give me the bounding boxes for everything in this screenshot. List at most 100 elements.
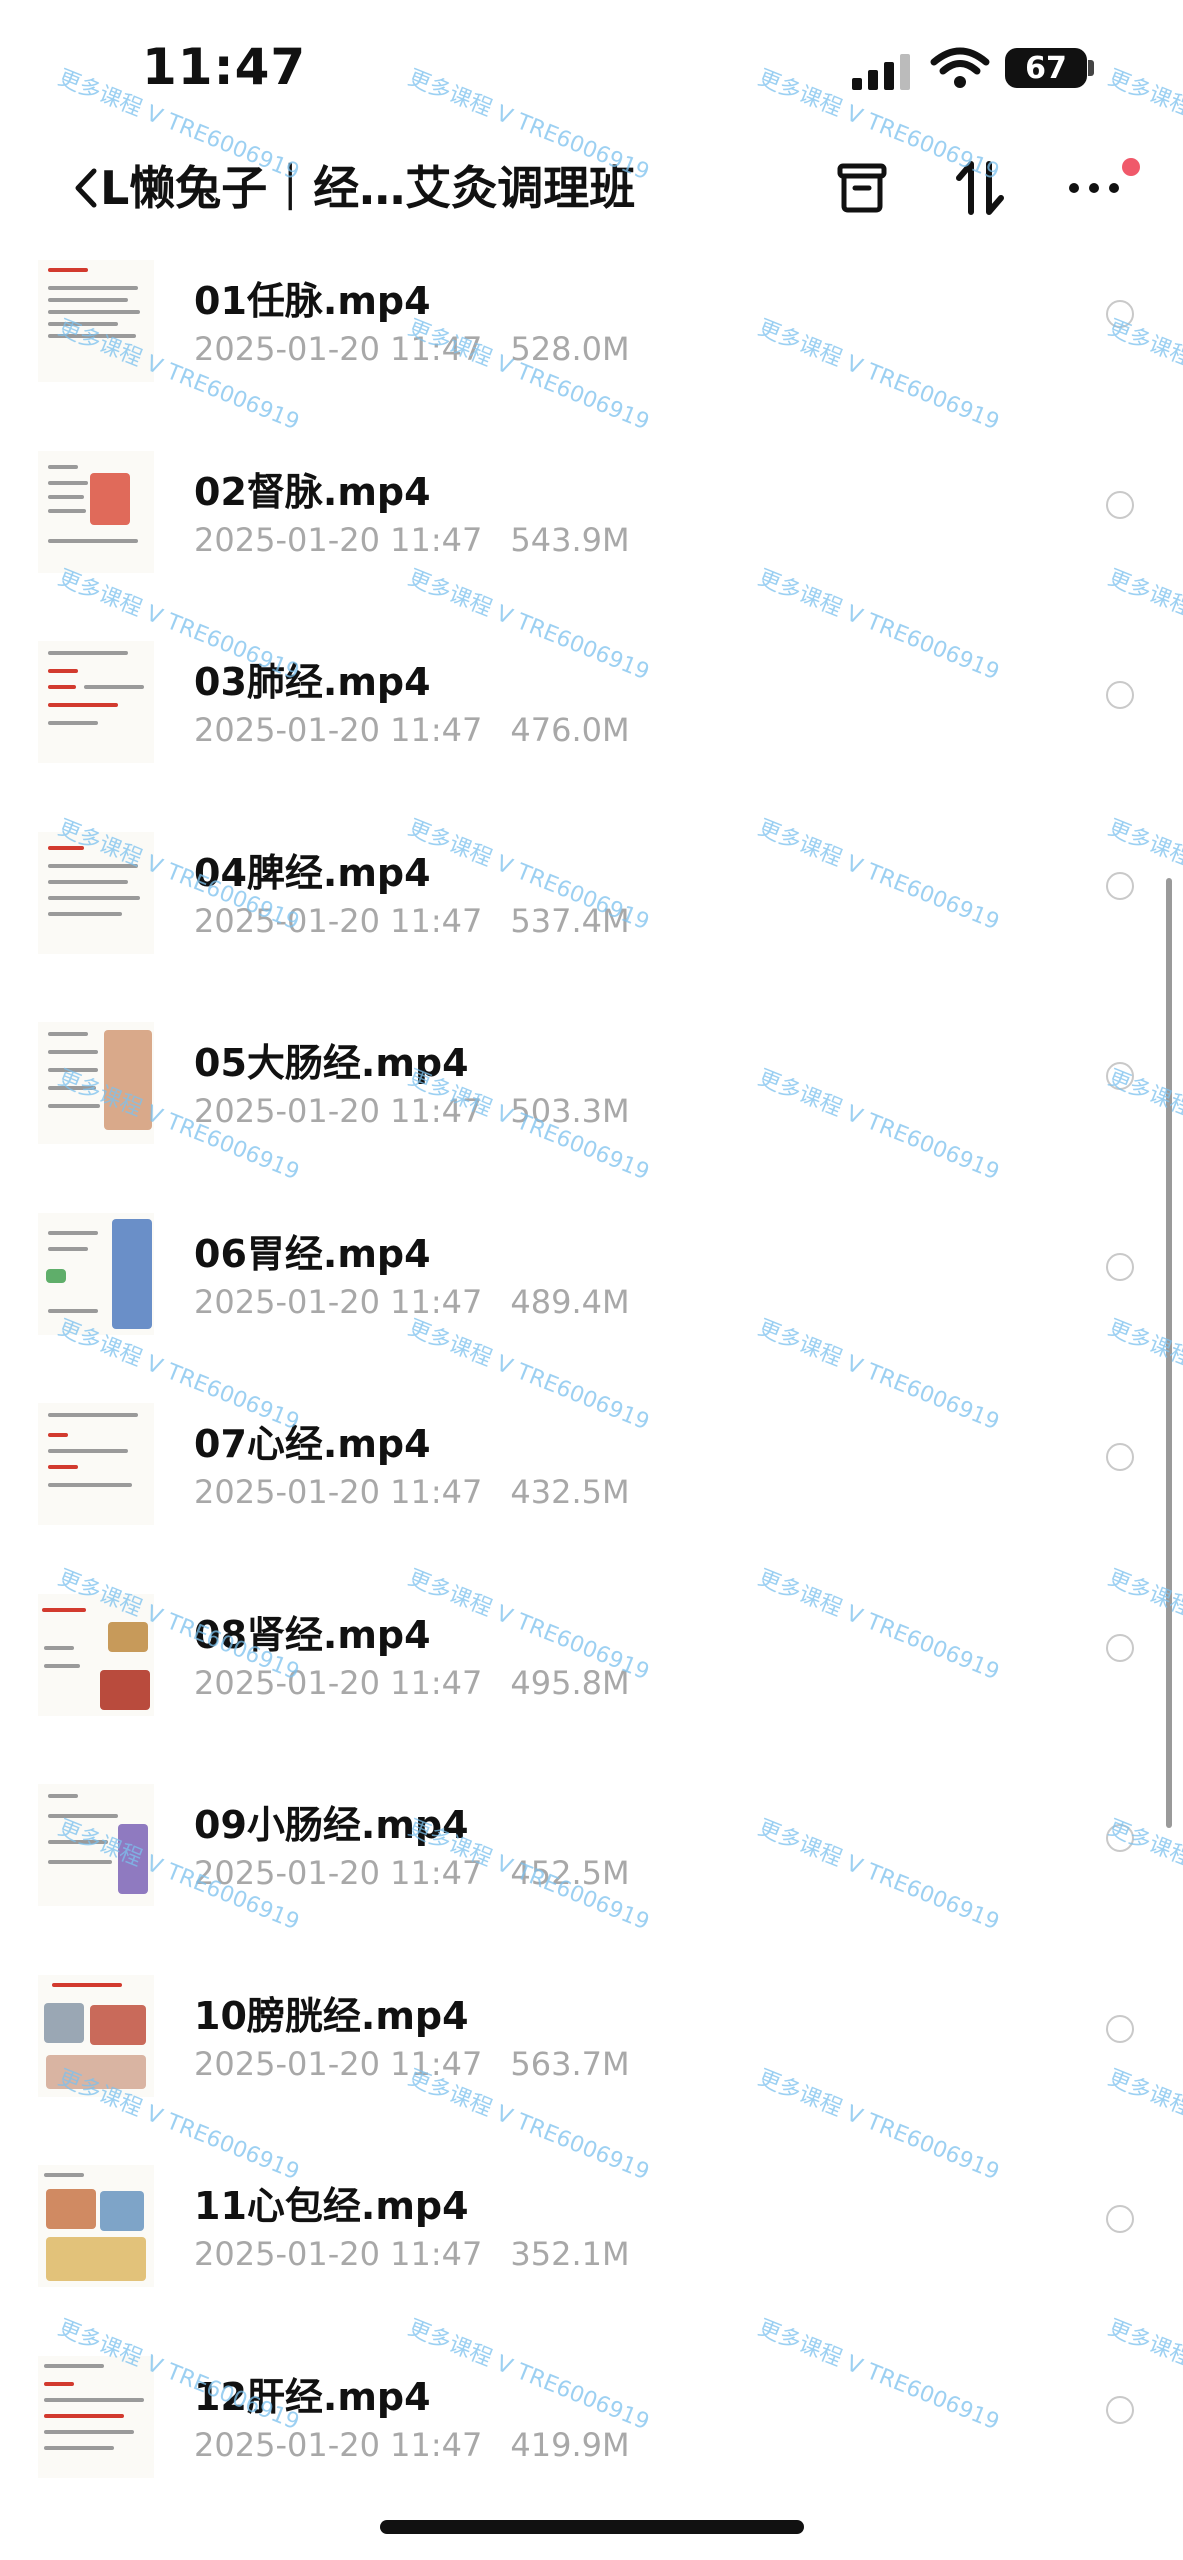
video-thumbnail[interactable]	[38, 450, 154, 573]
thumbnail-detail	[44, 2381, 74, 2386]
select-radio[interactable]	[1106, 1062, 1134, 1090]
thumbnail-detail	[48, 1860, 112, 1864]
file-size: 528.0M	[510, 330, 630, 368]
select-radio[interactable]	[1106, 2395, 1134, 2424]
select-radio[interactable]	[1106, 2014, 1134, 2043]
file-name: 05大肠经.mp4	[194, 1041, 469, 1085]
file-size: 352.1M	[510, 2235, 630, 2273]
thumbnail-detail	[48, 1104, 100, 1108]
file-size: 489.4M	[510, 1282, 630, 1321]
thumbnail-detail	[48, 1230, 98, 1235]
select-radio[interactable]	[1106, 871, 1134, 900]
sort-button[interactable]	[948, 156, 1012, 220]
file-row[interactable]: 05大肠经.mp4 2025-01-20 11:47 503.3M	[0, 1012, 1183, 1202]
file-date: 2025-01-20 11:47	[194, 1092, 483, 1130]
file-meta: 2025-01-20 11:47 563.7M	[194, 2045, 658, 2083]
file-row[interactable]: 02督脉.mp4 2025-01-20 11:47 543.9M	[0, 441, 1183, 631]
home-indicator[interactable]	[380, 2520, 804, 2534]
file-row[interactable]: 12肝经.mp4 2025-01-20 11:47 419.9M	[0, 2346, 1183, 2536]
thumbnail-detail	[44, 2002, 84, 2043]
file-date: 2025-01-20 11:47	[194, 1473, 483, 1511]
thumbnail-detail	[46, 1268, 66, 1283]
file-meta: 2025-01-20 11:47 489.4M	[194, 1283, 658, 1321]
file-name: 10膀胱经.mp4	[194, 1993, 469, 2038]
thumbnail-detail	[44, 1663, 80, 1668]
file-date: 2025-01-20 11:47	[194, 2235, 483, 2273]
thumbnail-detail	[48, 298, 128, 302]
select-radio[interactable]	[1106, 1824, 1134, 1852]
thumbnail-detail	[48, 322, 118, 326]
file-row[interactable]: 07心经.mp4 2025-01-20 11:47 432.5M	[0, 1393, 1183, 1583]
file-row[interactable]: 04脾经.mp4 2025-01-20 11:47 537.4M	[0, 822, 1183, 1012]
thumbnail-detail	[100, 1669, 150, 1710]
select-radio[interactable]	[1106, 300, 1134, 328]
file-meta: 2025-01-20 11:47 528.0M	[194, 330, 658, 368]
file-size: 537.4M	[510, 901, 630, 940]
thumbnail-detail	[48, 334, 136, 338]
file-row[interactable]: 06胃经.mp4 2025-01-20 11:47 489.4M	[0, 1203, 1183, 1393]
select-radio[interactable]	[1106, 681, 1134, 709]
file-name: 06胃经.mp4	[194, 1231, 431, 1276]
thumbnail-detail	[84, 685, 144, 689]
video-thumbnail[interactable]	[38, 831, 154, 954]
video-thumbnail[interactable]	[38, 1212, 154, 1335]
thumbnail-detail	[44, 2173, 84, 2177]
thumbnail-detail	[44, 2429, 134, 2434]
video-thumbnail[interactable]	[38, 260, 154, 382]
thumbnail-detail	[44, 1645, 74, 1650]
file-row[interactable]: 01任脉.mp4 2025-01-20 11:47 528.0M	[0, 250, 1183, 440]
more-button[interactable]	[1062, 156, 1126, 220]
file-meta: 2025-01-20 11:47 452.5M	[194, 1854, 658, 1892]
file-meta: 2025-01-20 11:47 543.9M	[194, 521, 658, 559]
video-thumbnail[interactable]	[38, 2355, 154, 2478]
select-radio[interactable]	[1106, 1443, 1134, 1471]
box-button[interactable]	[830, 156, 894, 220]
video-thumbnail[interactable]	[38, 1784, 154, 1906]
file-row[interactable]: 09小肠经.mp4 2025-01-20 11:47 452.5M	[0, 1774, 1183, 1964]
file-row[interactable]: 08肾经.mp4 2025-01-20 11:47 495.8M	[0, 1584, 1183, 1774]
file-name: 01任脉.mp4	[194, 279, 431, 323]
file-meta: 2025-01-20 11:47 419.9M	[194, 2426, 658, 2464]
thumbnail-detail	[48, 1068, 98, 1072]
file-size: 495.8M	[510, 1663, 630, 1702]
file-name: 11心包经.mp4	[194, 2184, 469, 2228]
battery-indicator: 67	[1005, 48, 1087, 88]
thumbnail-detail	[48, 1246, 88, 1251]
thumbnail-detail	[48, 1086, 96, 1090]
file-name: 07心经.mp4	[194, 1422, 431, 1466]
video-thumbnail[interactable]	[38, 1403, 154, 1525]
thumbnail-detail	[44, 2397, 144, 2402]
video-thumbnail[interactable]	[38, 1022, 154, 1144]
file-meta: 2025-01-20 11:47 432.5M	[194, 1473, 658, 1511]
file-size: 432.5M	[510, 1473, 630, 1511]
video-thumbnail[interactable]	[38, 641, 154, 763]
file-row[interactable]: 03肺经.mp4 2025-01-20 11:47 476.0M	[0, 631, 1183, 821]
thumbnail-detail	[48, 1465, 78, 1469]
thumbnail-detail	[100, 2191, 144, 2231]
file-row[interactable]: 10膀胱经.mp4 2025-01-20 11:47 563.7M	[0, 1965, 1183, 2155]
thumbnail-detail	[48, 268, 88, 272]
thumbnail-detail	[48, 879, 128, 884]
video-thumbnail[interactable]	[38, 1974, 154, 2097]
chevron-left-icon	[75, 168, 97, 208]
video-thumbnail[interactable]	[38, 1593, 154, 1716]
scrollbar[interactable]	[1166, 878, 1172, 1828]
select-radio[interactable]	[1106, 490, 1134, 519]
file-row[interactable]: 11心包经.mp4 2025-01-20 11:47 352.1M	[0, 2155, 1183, 2345]
thumbnail-detail	[48, 1794, 78, 1798]
select-radio[interactable]	[1106, 1252, 1134, 1281]
thumbnail-detail	[42, 1607, 86, 1612]
thumbnail-detail	[46, 2054, 146, 2089]
select-radio[interactable]	[1106, 2205, 1134, 2233]
select-radio[interactable]	[1106, 1633, 1134, 1662]
file-date: 2025-01-20 11:47	[194, 1854, 483, 1892]
file-name: 08肾经.mp4	[194, 1612, 431, 1657]
thumbnail-detail	[48, 1433, 68, 1437]
video-thumbnail[interactable]	[38, 2165, 154, 2287]
thumbnail-detail	[48, 895, 140, 900]
file-date: 2025-01-20 11:47	[194, 1282, 483, 1321]
cellular-signal-icon	[852, 54, 910, 90]
thumbnail-detail	[48, 1840, 108, 1844]
thumbnail-detail	[44, 2363, 104, 2368]
thumbnail-detail	[48, 1308, 98, 1313]
